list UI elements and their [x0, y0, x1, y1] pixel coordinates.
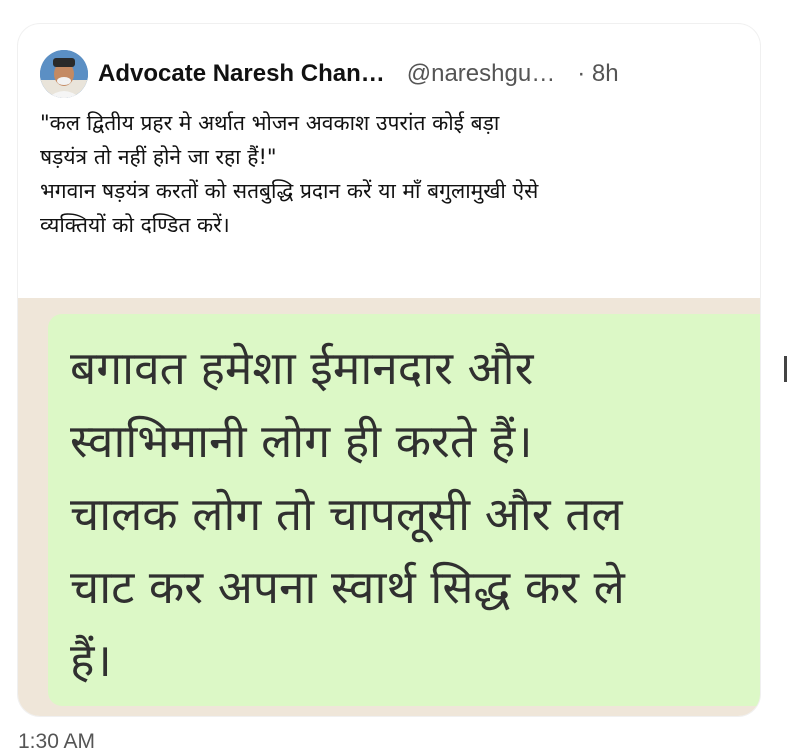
message-line: चालक लोग तो चापलूसी और तल	[70, 487, 623, 541]
author-avatar[interactable]	[40, 50, 88, 98]
post-header: Advocate Naresh Chan… @nareshgu… · 8h	[40, 50, 740, 98]
edge-fragment	[784, 356, 787, 382]
post-text-line: "कल द्वितीय प्रहर मे अर्थात भोजन अवकाश उ…	[40, 111, 500, 135]
message-line: हैं।	[70, 633, 112, 687]
author-name[interactable]: Advocate Naresh Chan…	[98, 60, 385, 88]
footer-timestamp: 1:30 AM	[18, 730, 96, 753]
message-line: बगावत हमेशा ईमानदार और	[70, 341, 534, 395]
avatar-portrait-icon	[40, 50, 88, 98]
post-text-line: व्यक्तियों को दण्डित करें।	[40, 213, 230, 237]
page: Advocate Naresh Chan… @nareshgu… · 8h "क…	[0, 0, 792, 756]
post-text-line: षड़यंत्र तो नहीं होने जा रहा हैं!"	[40, 145, 277, 169]
post-timestamp[interactable]: · 8h	[577, 60, 618, 88]
post-text-line: भगवान षड़यंत्र करतों को सतबुद्धि प्रदान …	[40, 179, 539, 203]
post-image[interactable]: बगावत हमेशा ईमानदार और स्वाभिमानी लोग ही…	[18, 298, 760, 716]
post-card[interactable]: Advocate Naresh Chan… @nareshgu… · 8h "क…	[18, 24, 760, 716]
post-body-text: "कल द्वितीय प्रहर मे अर्थात भोजन अवकाश उ…	[40, 106, 752, 242]
chat-message-bubble: बगावत हमेशा ईमानदार और स्वाभिमानी लोग ही…	[48, 314, 760, 706]
chat-message-text: बगावत हमेशा ईमानदार और स्वाभिमानी लोग ही…	[70, 332, 625, 697]
message-line: चाट कर अपना स्वार्थ सिद्ध कर ले	[70, 560, 625, 614]
author-handle[interactable]: @nareshgu…	[407, 60, 555, 88]
message-line: स्वाभिमानी लोग ही करते हैं।	[70, 414, 533, 468]
